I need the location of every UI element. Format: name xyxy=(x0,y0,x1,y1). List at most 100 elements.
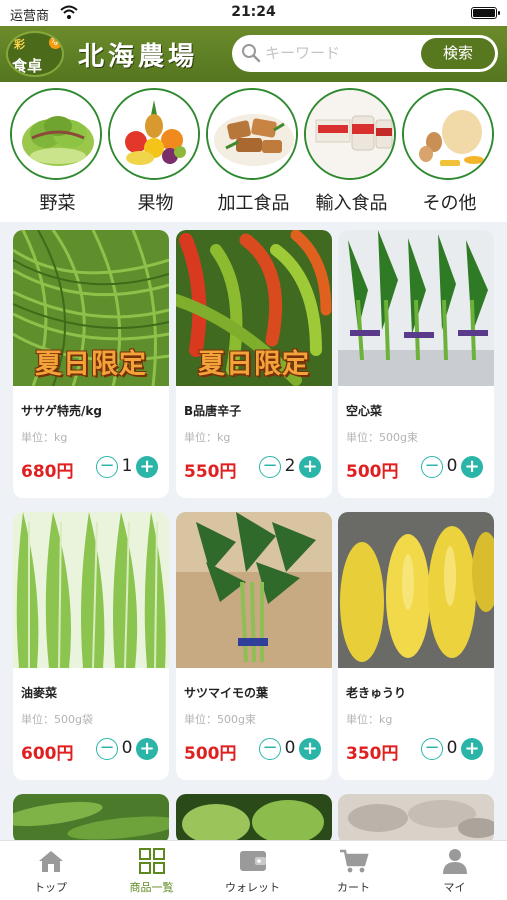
decrease-quantity-button[interactable]: − xyxy=(96,738,118,760)
search-input[interactable] xyxy=(265,42,415,64)
increase-quantity-button[interactable]: + xyxy=(461,738,483,760)
long-beans-image: 夏日限定 xyxy=(13,230,169,386)
product-name: 油麥菜 xyxy=(21,686,58,700)
app-header: 彩 な 食卓 北海農場 検索 xyxy=(0,26,507,82)
search-button[interactable]: 検索 xyxy=(421,38,495,69)
increase-quantity-button[interactable]: + xyxy=(136,738,158,760)
brand-title: 北海農場 xyxy=(78,42,199,72)
logo-top-text: 彩 xyxy=(14,38,25,51)
logo-badge: な xyxy=(49,36,62,49)
category-row: 野菜 果物 加工食品 輸入食品 その他 xyxy=(0,82,507,222)
logo-bottom-text: 食卓 xyxy=(12,57,43,75)
profile-icon xyxy=(442,849,467,874)
increase-quantity-button[interactable]: + xyxy=(299,456,321,478)
product-name: ササゲ特売/kg xyxy=(21,404,102,418)
product-price: 350円 xyxy=(346,744,399,764)
product-price: 500円 xyxy=(346,462,399,482)
tab-label: カート xyxy=(337,881,370,894)
product-price: 550円 xyxy=(184,462,237,482)
product-unit: 単位：500g束 xyxy=(346,431,418,444)
logo[interactable]: 彩 な 食卓 xyxy=(6,31,64,77)
product-card[interactable]: 老きゅうり 単位：kg 350円 − 0 + xyxy=(338,512,494,780)
clock: 21:24 xyxy=(231,4,276,20)
product-unit: 単位：500g袋 xyxy=(21,713,93,726)
category-fruits[interactable]: 果物 xyxy=(108,88,203,215)
product-card-partial[interactable] xyxy=(176,794,332,844)
quantity-value: 1 xyxy=(121,456,133,476)
product-name: サツマイモの葉 xyxy=(184,686,269,700)
imported-food-image xyxy=(304,88,396,180)
category-label: その他 xyxy=(422,193,477,214)
product-card[interactable]: 空心菜 単位：500g束 500円 − 0 + xyxy=(338,230,494,498)
decrease-quantity-button[interactable]: − xyxy=(259,738,281,760)
product-card-partial[interactable] xyxy=(13,794,169,844)
mushroom-image xyxy=(338,794,494,844)
lettuce-leaves-image xyxy=(13,512,169,668)
product-price: 680円 xyxy=(21,462,74,482)
product-name: B品唐辛子 xyxy=(184,404,242,418)
tab-cart[interactable]: カート xyxy=(303,847,404,895)
yellow-cucumber-image xyxy=(338,512,494,668)
status-bar: 运营商 21:24 xyxy=(0,0,507,26)
category-other[interactable]: その他 xyxy=(402,88,497,215)
gourd-image xyxy=(176,794,332,844)
category-vegetables[interactable]: 野菜 xyxy=(10,88,105,215)
search-bar: 検索 xyxy=(232,35,498,72)
decrease-quantity-button[interactable]: − xyxy=(96,456,118,478)
peppers-image: 夏日限定 xyxy=(176,230,332,386)
tab-my[interactable]: マイ xyxy=(404,847,505,895)
product-card[interactable]: 油麥菜 単位：500g袋 600円 − 0 + xyxy=(13,512,169,780)
processed-food-image xyxy=(206,88,298,180)
category-imported-food[interactable]: 輸入食品 xyxy=(304,88,399,215)
tab-wallet[interactable]: ウォレット xyxy=(202,847,303,895)
quantity-value: 0 xyxy=(446,738,458,758)
product-price: 600円 xyxy=(21,744,74,764)
grid-icon xyxy=(138,848,165,874)
category-label: 野菜 xyxy=(39,193,76,214)
increase-quantity-button[interactable]: + xyxy=(461,456,483,478)
category-label: 加工食品 xyxy=(217,193,290,214)
bottom-tab-bar: トップ 商品一覧 ウォレット カート マイ xyxy=(0,840,507,900)
decrease-quantity-button[interactable]: − xyxy=(421,456,443,478)
tab-label: マイ xyxy=(443,881,466,894)
product-name: 老きゅうり xyxy=(346,686,407,700)
product-unit: 単位：kg xyxy=(21,431,68,444)
category-processed-food[interactable]: 加工食品 xyxy=(206,88,301,215)
wallet-icon xyxy=(239,851,266,871)
tab-label: トップ xyxy=(34,881,67,894)
increase-quantity-button[interactable]: + xyxy=(136,456,158,478)
water-spinach-image xyxy=(338,230,494,386)
category-label: 果物 xyxy=(137,193,174,214)
product-card[interactable]: 夏日限定 B品唐辛子 単位：kg 550円 − 2 + xyxy=(176,230,332,498)
sweet-potato-leaves-image xyxy=(176,512,332,668)
tab-top[interactable]: トップ xyxy=(0,847,101,895)
tab-products[interactable]: 商品一覧 xyxy=(101,847,202,895)
decrease-quantity-button[interactable]: − xyxy=(259,456,281,478)
lettuce-image xyxy=(10,88,102,180)
product-card-partial[interactable] xyxy=(338,794,494,844)
zucchini-image xyxy=(13,794,169,844)
cart-icon xyxy=(339,849,369,873)
category-label: 輸入食品 xyxy=(315,193,388,214)
product-unit: 単位：kg xyxy=(346,713,393,726)
increase-quantity-button[interactable]: + xyxy=(299,738,321,760)
product-unit: 単位：kg xyxy=(184,431,231,444)
product-card[interactable]: 夏日限定 ササゲ特売/kg 単位：kg 680円 − 1 + xyxy=(13,230,169,498)
promo-label: 夏日限定 xyxy=(198,349,310,380)
fruit-basket-image xyxy=(108,88,200,180)
promo-label: 夏日限定 xyxy=(35,349,147,380)
decrease-quantity-button[interactable]: − xyxy=(421,738,443,760)
tab-label: 商品一覧 xyxy=(129,881,174,894)
other-food-image xyxy=(402,88,494,180)
quantity-value: 0 xyxy=(284,738,296,758)
product-unit: 単位：500g束 xyxy=(184,713,256,726)
quantity-value: 0 xyxy=(446,456,458,476)
home-icon xyxy=(38,851,63,872)
product-card[interactable]: サツマイモの葉 単位：500g束 500円 − 0 + xyxy=(176,512,332,780)
product-price: 500円 xyxy=(184,744,237,764)
search-icon xyxy=(242,44,261,63)
product-name: 空心菜 xyxy=(346,404,383,418)
quantity-value: 0 xyxy=(121,738,133,758)
tab-label: ウォレット xyxy=(225,881,280,894)
quantity-value: 2 xyxy=(284,456,296,476)
